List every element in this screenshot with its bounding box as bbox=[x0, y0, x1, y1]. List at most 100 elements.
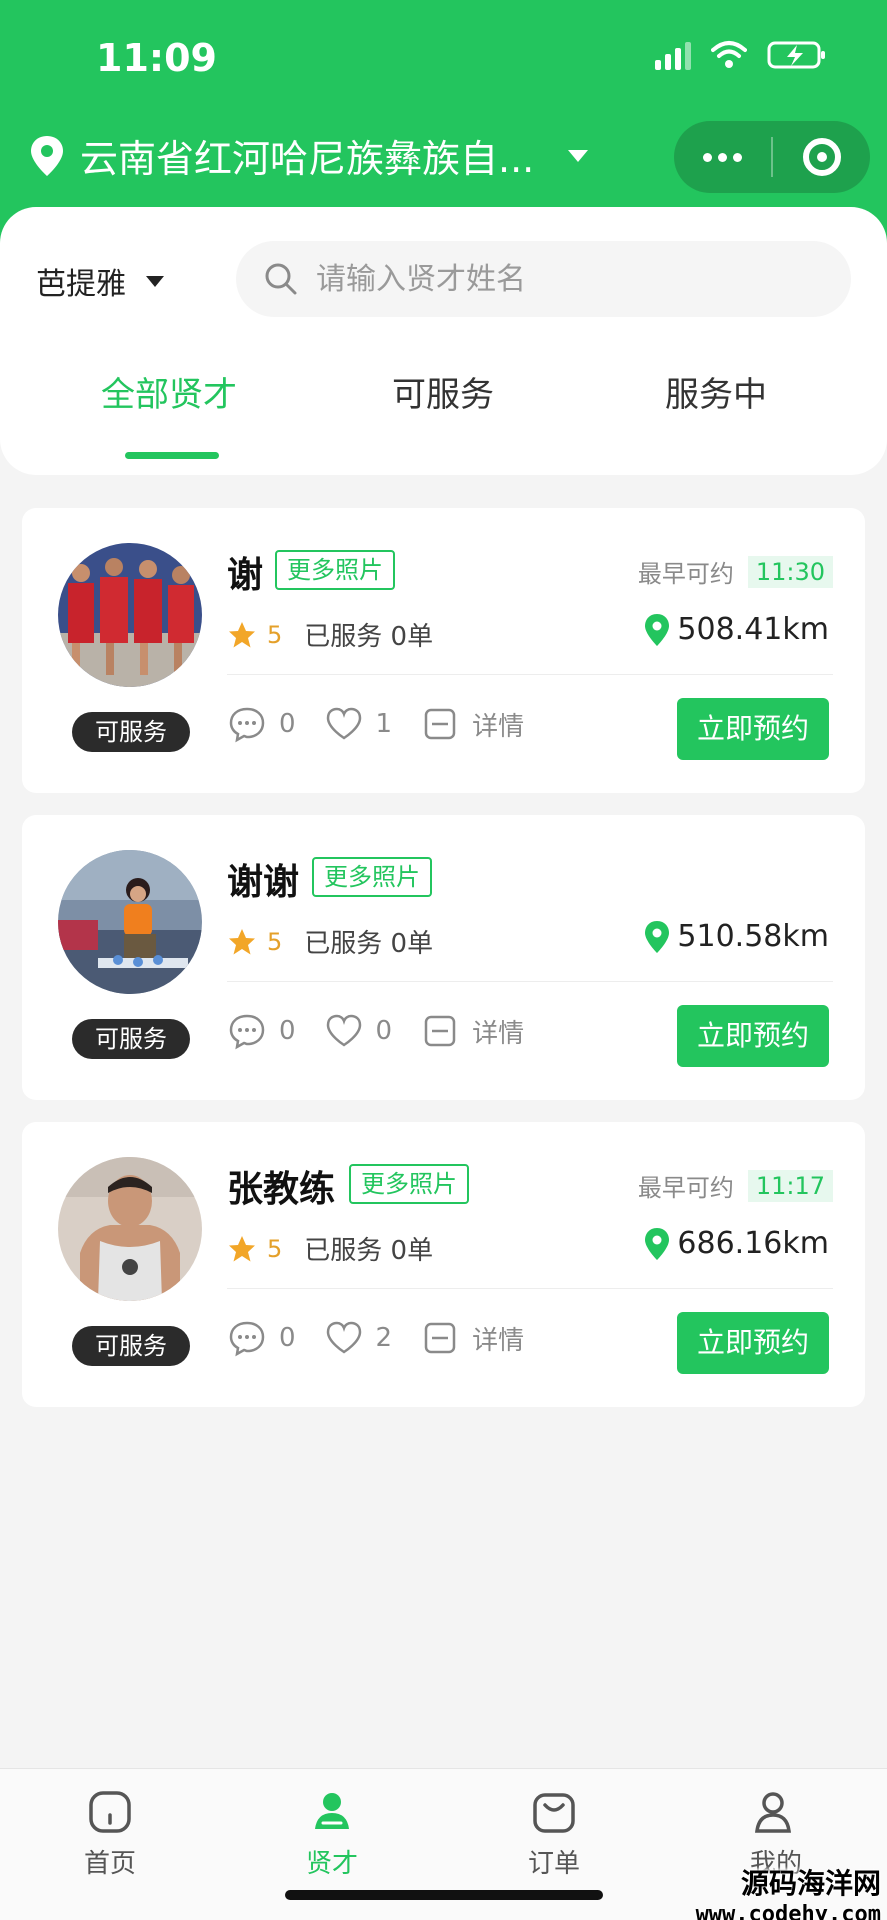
avatar[interactable] bbox=[58, 543, 202, 687]
card-actions: 0 0 详情 bbox=[227, 1011, 552, 1051]
nav-label: 订单 bbox=[527, 1849, 580, 1879]
home-indicator[interactable] bbox=[285, 1890, 603, 1900]
search-bar[interactable] bbox=[236, 241, 851, 317]
status-badge: 可服务 bbox=[72, 1326, 190, 1366]
comment-icon bbox=[229, 707, 265, 743]
like-button[interactable]: 0 bbox=[324, 1011, 393, 1051]
comment-button[interactable]: 0 bbox=[227, 1011, 296, 1051]
search-input[interactable] bbox=[316, 261, 796, 297]
distance: 510.58km bbox=[643, 919, 829, 954]
city-selector[interactable]: 芭提雅 bbox=[36, 259, 164, 303]
earliest-time: 11:30 bbox=[747, 555, 833, 588]
avatar[interactable] bbox=[58, 1157, 202, 1301]
nav-home[interactable]: 首页 bbox=[50, 1787, 170, 1880]
more-photos-button[interactable]: 更多照片 bbox=[275, 550, 395, 590]
divider bbox=[227, 1288, 833, 1289]
more-button[interactable] bbox=[674, 121, 771, 193]
like-count: 0 bbox=[375, 1016, 393, 1046]
details-icon bbox=[424, 708, 456, 740]
earliest-label: 最早可约 bbox=[637, 560, 734, 588]
talent-card: 张教练 更多照片 最早可约 11:17 5 已服务 0单 686.16km 可服… bbox=[22, 1122, 865, 1407]
comment-icon bbox=[229, 1321, 265, 1357]
divider bbox=[227, 674, 833, 675]
target-icon bbox=[802, 138, 841, 176]
star-icon bbox=[229, 928, 255, 954]
close-miniapp-button[interactable] bbox=[773, 121, 870, 193]
more-photos-button[interactable]: 更多照片 bbox=[349, 1164, 469, 1204]
comment-count: 0 bbox=[279, 1323, 296, 1353]
avatar-photo-coach bbox=[58, 1157, 202, 1301]
earliest-time: 11:17 bbox=[747, 1169, 833, 1202]
status-badge: 可服务 bbox=[72, 1019, 190, 1059]
book-now-button[interactable]: 立即预约 bbox=[677, 1005, 829, 1067]
heart-icon bbox=[326, 1321, 361, 1354]
served-count: 已服务 0单 bbox=[304, 622, 434, 652]
details-label: 详情 bbox=[472, 711, 525, 742]
divider bbox=[227, 981, 833, 982]
comment-button[interactable]: 0 bbox=[227, 1318, 296, 1358]
nav-talent[interactable]: 贤才 bbox=[272, 1787, 392, 1880]
status-icons bbox=[655, 40, 827, 70]
served-count: 已服务 0单 bbox=[304, 1236, 434, 1266]
location-pin-icon bbox=[645, 1227, 670, 1260]
miniapp-capsule bbox=[674, 121, 870, 193]
location-pin-icon bbox=[645, 613, 670, 646]
avatar-photo-woman bbox=[58, 850, 202, 994]
distance-value: 686.16km bbox=[677, 1226, 829, 1261]
status-time: 11:09 bbox=[96, 36, 217, 80]
talent-name: 谢谢 bbox=[227, 862, 300, 903]
comment-icon bbox=[229, 1014, 265, 1050]
distance-value: 510.58km bbox=[677, 919, 829, 954]
heart-icon bbox=[326, 707, 361, 740]
details-label: 详情 bbox=[472, 1325, 525, 1356]
talent-card: 谢谢 更多照片 5 已服务 0单 510.58km 可服务 0 0 详情 立即预… bbox=[22, 815, 865, 1100]
comment-count: 0 bbox=[279, 1016, 296, 1046]
heart-icon bbox=[326, 1014, 361, 1047]
like-button[interactable]: 2 bbox=[324, 1318, 393, 1358]
earliest-availability: 最早可约 11:17 bbox=[638, 1168, 833, 1203]
avatar[interactable] bbox=[58, 850, 202, 994]
nav-label: 贤才 bbox=[305, 1849, 358, 1879]
tab-all[interactable]: 全部贤才 bbox=[101, 367, 237, 416]
details-button[interactable]: 详情 bbox=[420, 1011, 524, 1051]
tab-available[interactable]: 可服务 bbox=[392, 367, 494, 416]
talent-name: 张教练 bbox=[227, 1169, 336, 1210]
book-now-button[interactable]: 立即预约 bbox=[677, 698, 829, 760]
home-icon bbox=[89, 1791, 131, 1833]
more-photos-button[interactable]: 更多照片 bbox=[312, 857, 432, 897]
tab-in-service[interactable]: 服务中 bbox=[665, 367, 767, 416]
distance: 508.41km bbox=[643, 612, 829, 647]
active-tab-indicator bbox=[125, 452, 219, 459]
rating-score: 5 bbox=[267, 927, 283, 956]
location-selector[interactable]: 云南省红河哈尼族彝族自... bbox=[28, 128, 589, 183]
filter-panel: 芭提雅 全部贤才 可服务 服务中 bbox=[0, 207, 887, 475]
chevron-down-icon bbox=[568, 149, 589, 162]
details-button[interactable]: 详情 bbox=[420, 1318, 524, 1358]
comment-count: 0 bbox=[279, 709, 296, 739]
details-icon bbox=[424, 1015, 456, 1047]
like-count: 2 bbox=[375, 1323, 393, 1353]
details-icon bbox=[424, 1322, 456, 1354]
star-icon bbox=[229, 1235, 255, 1261]
watermark-line2: www.codehy.com bbox=[695, 1902, 881, 1920]
battery-charging-icon bbox=[767, 41, 825, 69]
more-dots-icon bbox=[703, 152, 742, 162]
details-button[interactable]: 详情 bbox=[420, 704, 524, 744]
like-button[interactable]: 1 bbox=[324, 704, 392, 744]
location-text: 云南省红河哈尼族彝族自... bbox=[80, 137, 535, 181]
rating: 5 已服务 0单 bbox=[227, 923, 433, 960]
card-actions: 0 1 详情 bbox=[227, 704, 552, 744]
status-badge: 可服务 bbox=[72, 712, 190, 752]
rating: 5 已服务 0单 bbox=[227, 1230, 433, 1267]
star-icon bbox=[229, 621, 255, 647]
location-pin-icon bbox=[31, 135, 63, 176]
comment-button[interactable]: 0 bbox=[227, 704, 296, 744]
chevron-down-icon bbox=[146, 275, 164, 287]
book-now-button[interactable]: 立即预约 bbox=[677, 1312, 829, 1374]
rating-score: 5 bbox=[267, 620, 283, 649]
earliest-availability: 最早可约 11:30 bbox=[638, 554, 833, 589]
distance-value: 508.41km bbox=[677, 612, 829, 647]
nav-orders[interactable]: 订单 bbox=[494, 1787, 614, 1880]
wifi-icon bbox=[711, 41, 747, 68]
details-label: 详情 bbox=[472, 1018, 525, 1049]
